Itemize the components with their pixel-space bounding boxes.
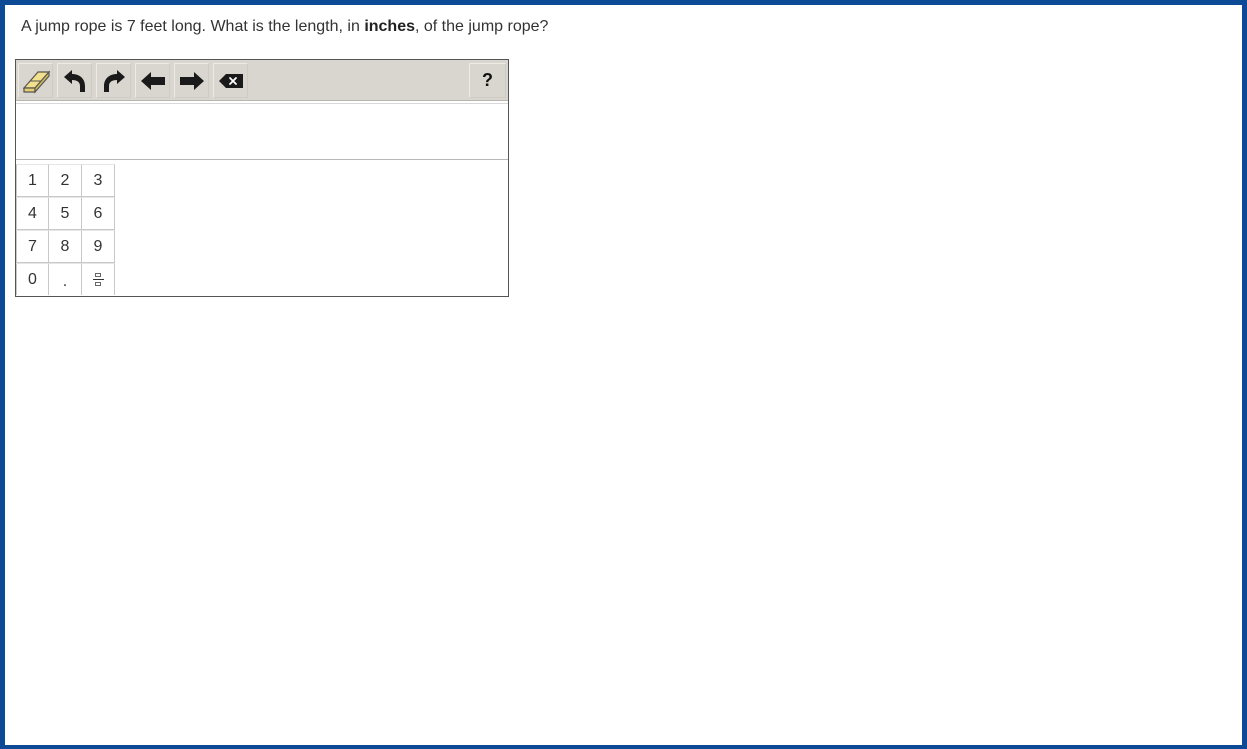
- backspace-button[interactable]: [213, 63, 248, 98]
- key-8[interactable]: 8: [49, 230, 82, 263]
- editor-toolbar: ?: [16, 60, 508, 101]
- key-7[interactable]: 7: [16, 230, 49, 263]
- key-5[interactable]: 5: [49, 197, 82, 230]
- backspace-icon: [218, 73, 243, 88]
- answer-input-area[interactable]: [16, 103, 508, 160]
- redo-icon: [103, 69, 125, 92]
- eraser-icon: [22, 69, 50, 94]
- question-suffix: , of the jump rope?: [415, 18, 549, 35]
- redo-button[interactable]: [96, 63, 131, 98]
- help-button[interactable]: ?: [469, 63, 506, 98]
- key-fraction[interactable]: [82, 263, 115, 295]
- key-decimal[interactable]: .: [49, 263, 82, 295]
- fraction-icon: [92, 273, 104, 286]
- question-bold-unit: inches: [364, 18, 415, 35]
- move-right-button[interactable]: [174, 63, 209, 98]
- question-prefix: A jump rope is 7 feet long. What is the …: [21, 18, 365, 35]
- key-0[interactable]: 0: [16, 263, 49, 295]
- undo-icon: [63, 69, 85, 92]
- equation-editor: ? 1 2 3 4 5 6 7 8 9 0 .: [15, 59, 509, 297]
- move-left-button[interactable]: [135, 63, 170, 98]
- key-4[interactable]: 4: [16, 197, 49, 230]
- key-1[interactable]: 1: [16, 164, 49, 197]
- key-2[interactable]: 2: [49, 164, 82, 197]
- undo-button[interactable]: [57, 63, 92, 98]
- arrow-left-icon: [140, 71, 165, 90]
- key-3[interactable]: 3: [82, 164, 115, 197]
- eraser-button[interactable]: [18, 63, 53, 98]
- help-label: ?: [482, 70, 493, 90]
- key-6[interactable]: 6: [82, 197, 115, 230]
- key-9[interactable]: 9: [82, 230, 115, 263]
- arrow-right-icon: [179, 71, 204, 90]
- question-text: A jump rope is 7 feet long. What is the …: [21, 18, 548, 36]
